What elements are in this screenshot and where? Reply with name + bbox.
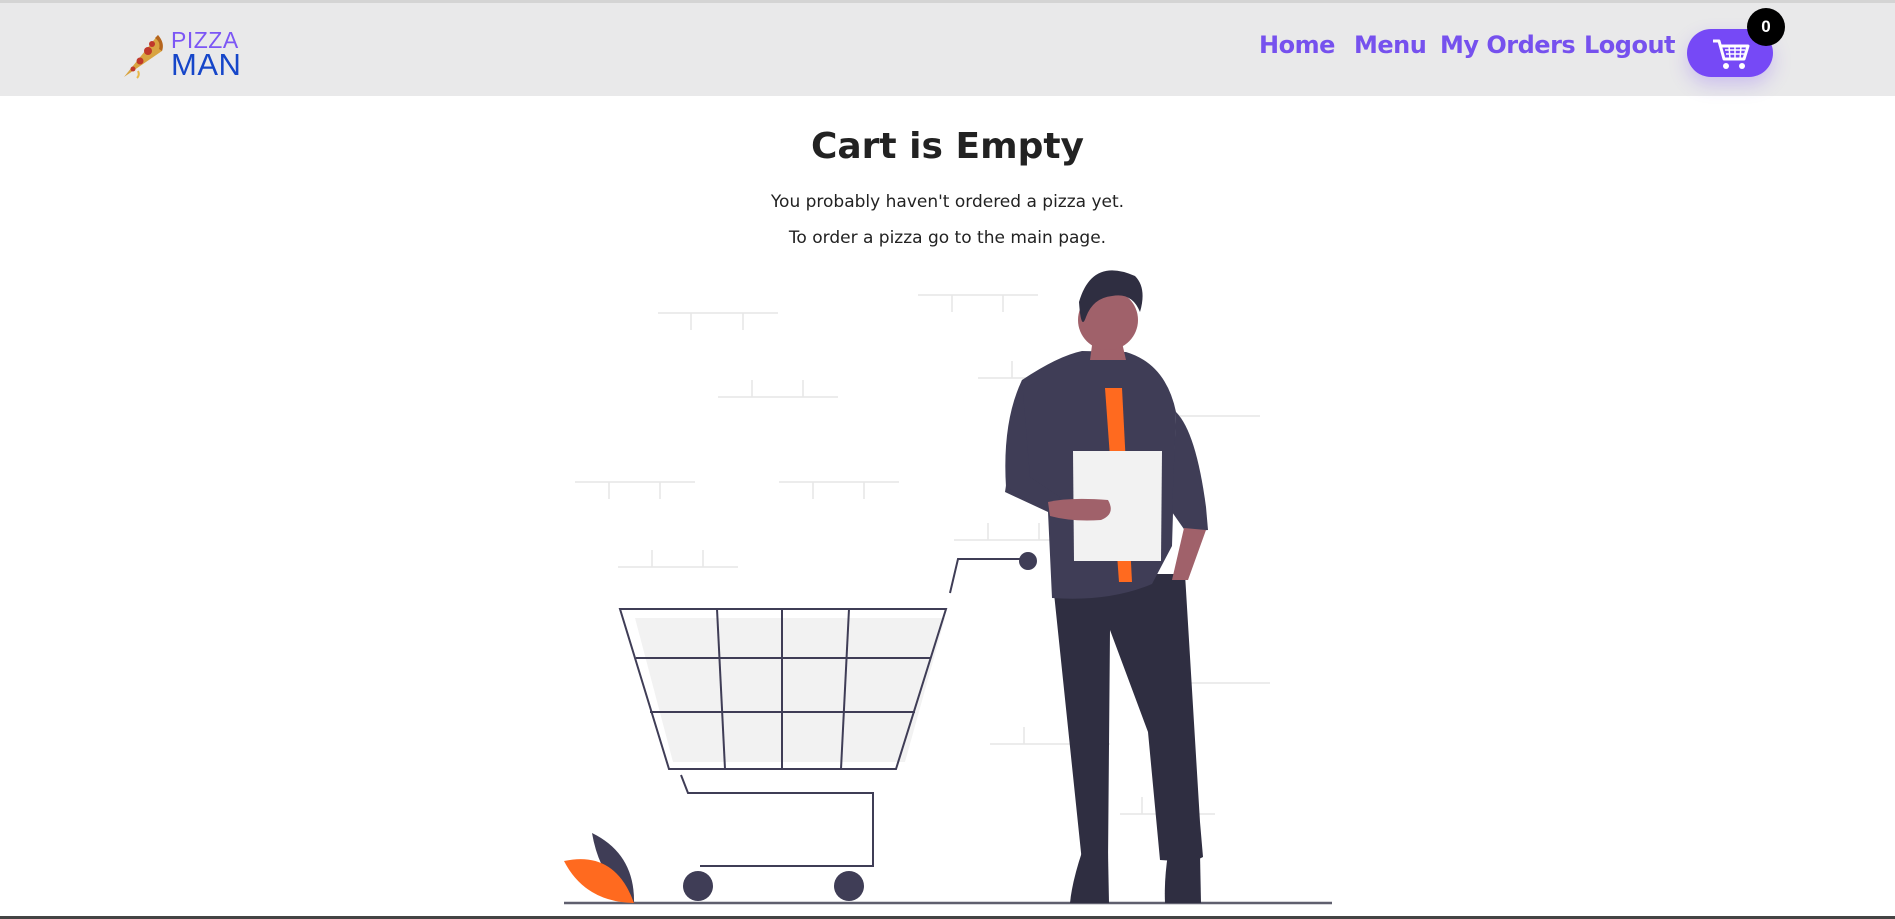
- nav-home-link[interactable]: Home: [1259, 31, 1335, 59]
- navbar: PIZZA MAN Home Menu My Orders Logout 0: [0, 3, 1895, 96]
- logo[interactable]: PIZZA MAN: [118, 25, 242, 82]
- empty-cart-illustration: [564, 270, 1332, 905]
- pizza-slice-icon: [124, 35, 163, 79]
- nav-my-orders-link[interactable]: My Orders: [1440, 31, 1576, 59]
- nav-logout-link[interactable]: Logout: [1584, 31, 1676, 59]
- person-drawing: [1005, 270, 1208, 903]
- cart-count-badge: 0: [1747, 8, 1785, 46]
- empty-message-line-2: To order a pizza go to the main page.: [788, 228, 1107, 248]
- nav-menu-link[interactable]: Menu: [1354, 31, 1427, 59]
- cart-drawing: [618, 552, 1037, 901]
- page-title: Cart is Empty: [810, 126, 1085, 167]
- cart-icon: [1713, 39, 1750, 69]
- brand-word-2: MAN: [171, 47, 242, 82]
- empty-message-line-1: You probably haven't ordered a pizza yet…: [770, 192, 1125, 212]
